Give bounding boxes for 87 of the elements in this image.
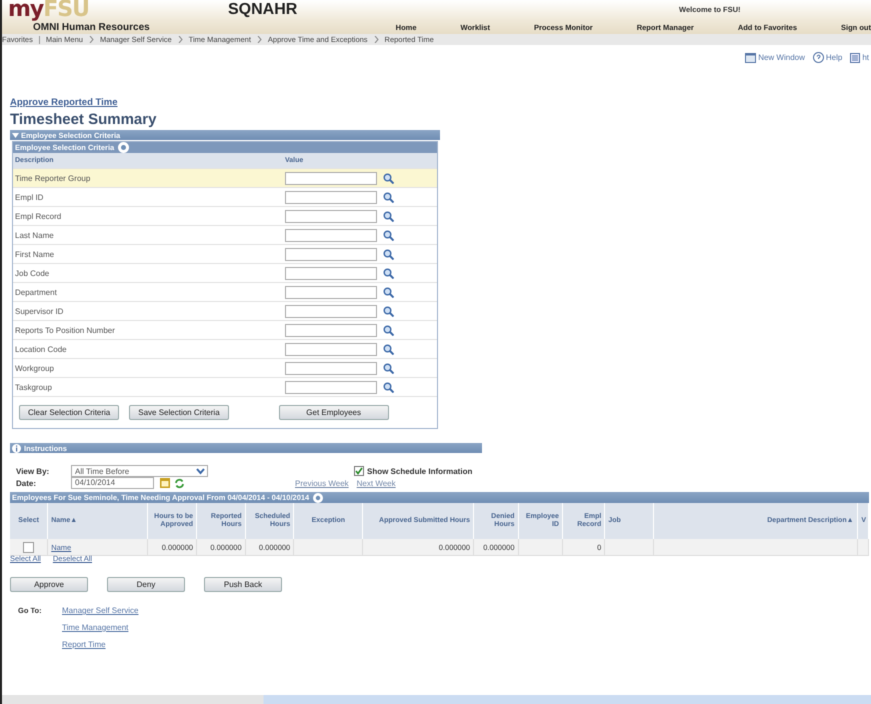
page-link[interactable]: Approve Reported Time <box>10 97 118 108</box>
info-icon <box>12 444 21 452</box>
search-icon[interactable] <box>383 248 394 260</box>
criteria-row[interactable]: Empl Record <box>13 206 437 225</box>
collapse-icon[interactable] <box>12 132 19 138</box>
criteria-label: Workgroup <box>14 364 55 372</box>
goto-link[interactable]: Report Time <box>62 640 138 649</box>
criteria-button[interactable]: Get Employees <box>278 405 389 420</box>
goto-link[interactable]: Manager Self Service <box>62 606 138 615</box>
app-subtitle: OMNI Human Resources <box>33 21 150 34</box>
value-field[interactable] <box>285 172 377 184</box>
toolbar-link[interactable]: Help <box>812 52 842 63</box>
value-field[interactable] <box>285 342 377 356</box>
value-field[interactable] <box>285 248 377 260</box>
date-field[interactable]: 04/10/2014 <box>71 477 154 489</box>
criteria-label: Taskgroup <box>14 382 53 392</box>
search-icon[interactable] <box>383 324 394 336</box>
search-icon[interactable] <box>383 192 394 202</box>
criteria-row[interactable]: Last Name <box>13 225 437 244</box>
criteria-label: Department <box>14 288 58 296</box>
criteria-row[interactable]: Location Code <box>13 339 437 358</box>
value-field[interactable] <box>285 324 377 336</box>
action-button[interactable]: Approve <box>10 577 88 592</box>
action-button[interactable]: Push Back <box>204 577 282 592</box>
separator-icon <box>88 36 94 43</box>
criteria-row[interactable]: Time Reporter Group <box>13 168 437 187</box>
search-icon[interactable] <box>383 268 394 278</box>
week-link[interactable]: Next Week <box>356 478 396 488</box>
value-field[interactable] <box>285 210 377 222</box>
criteria-label: Supervisor ID <box>14 306 64 316</box>
page-title: Timesheet Summary <box>10 111 158 128</box>
toolbar-link[interactable]: ht <box>850 52 869 63</box>
window-icon <box>745 52 756 62</box>
criteria-label: Location Code <box>14 344 68 354</box>
separator-icon <box>178 36 183 43</box>
separator-icon <box>374 36 379 43</box>
criteria-label: First Name <box>14 250 56 258</box>
search-icon[interactable] <box>383 286 394 298</box>
criteria-row[interactable]: Department <box>13 282 437 301</box>
week-link[interactable]: Previous Week <box>295 478 349 488</box>
view-by-dropdown[interactable]: All Time Before <box>71 465 208 477</box>
value-field[interactable] <box>285 228 377 242</box>
criteria-label: Empl ID <box>14 192 44 202</box>
logo: myFSU <box>8 0 90 20</box>
value-field[interactable] <box>285 380 377 394</box>
field-label: Date: <box>16 478 38 488</box>
system-name: SQNAHR <box>227 1 298 19</box>
criteria-row[interactable]: Reports To Position Number <box>13 320 437 339</box>
value-field[interactable] <box>285 190 377 204</box>
criteria-label: Empl Record <box>14 212 62 220</box>
refresh-icon[interactable] <box>174 478 185 488</box>
action-button[interactable]: Deny <box>107 577 185 592</box>
search-icon[interactable] <box>383 172 394 184</box>
criteria-row[interactable]: Empl ID <box>13 187 437 206</box>
toolbar-link[interactable]: New Window <box>745 52 805 63</box>
criteria-row[interactable]: First Name <box>13 244 437 263</box>
row-checkbox[interactable] <box>23 542 34 552</box>
search-icon[interactable] <box>383 344 394 354</box>
criteria-label: Time Reporter Group <box>14 174 92 182</box>
calendar-icon[interactable] <box>160 478 170 488</box>
help-icon[interactable] <box>118 142 130 153</box>
help-icon[interactable] <box>313 492 324 502</box>
separator-icon <box>256 36 262 43</box>
goto-link[interactable]: Time Management <box>62 623 138 632</box>
show-schedule-checkbox[interactable]: Show Schedule Information <box>354 466 472 476</box>
field-label: View By: <box>16 466 50 476</box>
checkbox-icon[interactable] <box>354 466 364 476</box>
search-icon[interactable] <box>383 382 394 392</box>
criteria-row[interactable]: Workgroup <box>13 358 437 377</box>
criteria-row[interactable]: Job Code <box>13 263 437 282</box>
help-icon <box>812 52 824 63</box>
criteria-row[interactable]: Taskgroup <box>13 377 437 396</box>
criteria-label: Last Name <box>14 230 55 240</box>
criteria-button[interactable]: Clear Selection Criteria <box>19 405 120 420</box>
value-field[interactable] <box>285 362 377 374</box>
criteria-label: Job Code <box>14 268 50 278</box>
search-icon[interactable] <box>383 362 394 374</box>
search-icon[interactable] <box>383 230 394 240</box>
criteria-label: Reports To Position Number <box>14 326 116 334</box>
criteria-row[interactable]: Supervisor ID <box>13 301 437 320</box>
value-field[interactable] <box>285 304 377 318</box>
value-field[interactable] <box>285 266 377 280</box>
criteria-button[interactable]: Save Selection Criteria <box>129 405 229 420</box>
value-field[interactable] <box>285 286 377 298</box>
search-icon[interactable] <box>383 210 394 222</box>
list-icon <box>850 52 860 62</box>
search-icon[interactable] <box>383 306 394 316</box>
